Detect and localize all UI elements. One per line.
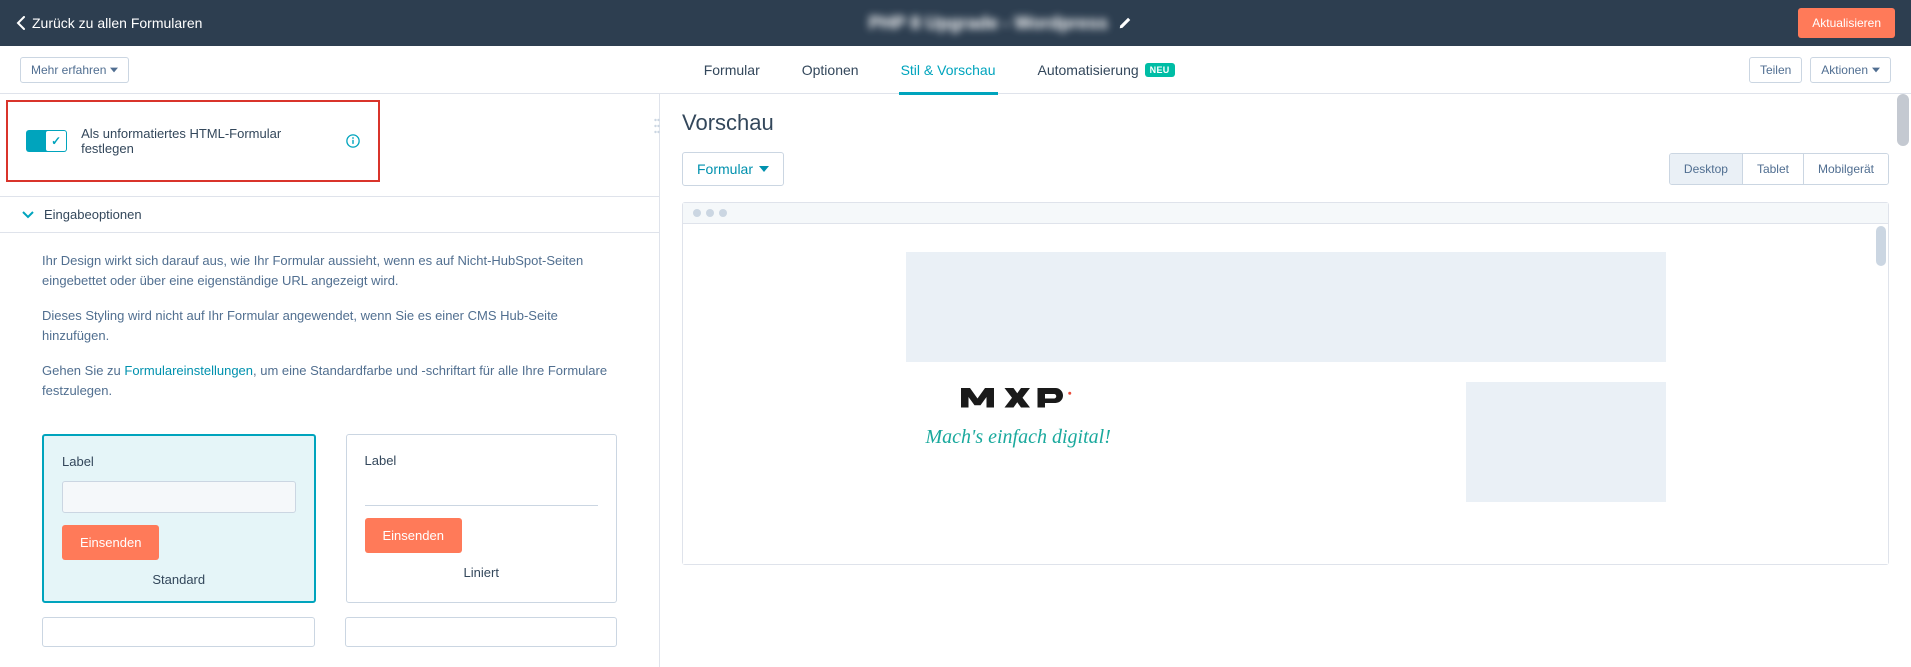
raw-html-label: Als unformatiertes HTML-Formular festleg… [81,126,332,156]
tabbar: Mehr erfahren Formular Optionen Stil & V… [0,46,1911,94]
seg-tablet[interactable]: Tablet [1743,154,1804,184]
share-button[interactable]: Teilen [1749,57,1802,83]
device-segmented: Desktop Tablet Mobilgerät [1669,153,1889,185]
logo-column: Mach's einfach digital! [906,382,1111,502]
learn-more-button[interactable]: Mehr erfahren [20,57,129,83]
body-block: Ihr Design wirkt sich darauf aus, wie Ih… [0,233,659,434]
browser-chrome [683,203,1888,224]
caret-down-icon [759,166,769,172]
card-name-linear: Liniert [365,565,599,580]
new-badge: NEU [1145,63,1175,77]
content-row: Mach's einfach digital! [906,382,1666,502]
placeholder-block-small [1466,382,1666,502]
preview-scrollbar[interactable] [1876,226,1886,266]
window-dot-icon [719,209,727,217]
actions-label: Aktionen [1821,63,1868,77]
sample-submit-button: Einsenden [365,518,462,553]
preview-title: Vorschau [682,110,1889,136]
tabs: Formular Optionen Stil & Vorschau Automa… [129,46,1749,93]
placeholder-block [906,252,1666,362]
raw-html-card: ✓ Als unformatiertes HTML-Formular festl… [6,100,380,182]
accordion-input-options[interactable]: Eingabeoptionen [0,196,659,233]
window-dot-icon [693,209,701,217]
card-label: Label [62,454,296,469]
preview-select-label: Formular [697,161,753,177]
caret-down-icon [1872,66,1880,74]
edit-icon[interactable] [1118,16,1132,30]
tabbar-right: Teilen Aktionen [1749,57,1891,83]
mxp-logo [958,382,1078,420]
style-cards-row2 [0,603,659,647]
browser-mock: Mach's einfach digital! [682,202,1889,565]
topbar: Zurück zu allen Formularen PHP 8 Upgrade… [0,0,1911,46]
caret-down-icon [110,66,118,74]
tagline: Mach's einfach digital! [926,426,1111,449]
check-icon: ✓ [51,134,61,148]
back-label: Zurück zu allen Formularen [32,15,202,31]
toggle-knob: ✓ [46,131,66,151]
info-icon[interactable] [346,134,360,148]
style-card-linear[interactable]: Label Einsenden Liniert [346,434,618,603]
sample-input-linear [365,480,599,506]
tab-automation-label: Automatisierung [1038,62,1139,78]
window-dot-icon [706,209,714,217]
tab-automation[interactable]: Automatisierung NEU [1036,48,1177,95]
preview-bar: Formular Desktop Tablet Mobilgerät [682,152,1889,186]
tab-form[interactable]: Formular [702,48,762,95]
body-p1: Ihr Design wirkt sich darauf aus, wie Ih… [42,251,617,290]
learn-more-label: Mehr erfahren [31,63,106,77]
update-button[interactable]: Aktualisieren [1798,8,1895,38]
style-cards: Label Einsenden Standard Label Einsenden… [0,434,659,603]
raw-html-toggle[interactable]: ✓ [26,130,67,152]
title-area: PHP 8 Upgrade - Wordpress [202,13,1798,34]
seg-mobile[interactable]: Mobilgerät [1804,154,1888,184]
left-pane: ✓ Als unformatiertes HTML-Formular festl… [0,94,660,667]
form-settings-link[interactable]: Formulareinstellungen [124,363,253,378]
main: ✓ Als unformatiertes HTML-Formular festl… [0,94,1911,667]
right-pane: Vorschau Formular Desktop Tablet Mobilge… [660,94,1911,667]
style-card-placeholder[interactable] [345,617,618,647]
page-title: PHP 8 Upgrade - Wordpress [869,13,1108,34]
page-scrollbar[interactable] [1897,94,1909,146]
sample-submit-button: Einsenden [62,525,159,560]
body-p3: Gehen Sie zu Formulareinstellungen, um e… [42,361,617,400]
card-label: Label [365,453,599,468]
pane-resize-handle[interactable] [654,94,660,667]
browser-body: Mach's einfach digital! [683,224,1888,564]
actions-button[interactable]: Aktionen [1810,57,1891,83]
card-name-standard: Standard [62,572,296,587]
tab-options[interactable]: Optionen [800,48,861,95]
preview-select[interactable]: Formular [682,152,784,186]
sample-input [62,481,296,513]
chevron-down-icon [22,209,34,221]
style-card-standard[interactable]: Label Einsenden Standard [42,434,316,603]
body-p2: Dieses Styling wird nicht auf Ihr Formul… [42,306,617,345]
accordion-label: Eingabeoptionen [44,207,142,222]
tab-style[interactable]: Stil & Vorschau [899,48,998,95]
back-link[interactable]: Zurück zu allen Formularen [16,15,202,31]
chevron-left-icon [16,16,26,30]
seg-desktop[interactable]: Desktop [1670,154,1743,184]
style-card-placeholder[interactable] [42,617,315,647]
body-p3-pre: Gehen Sie zu [42,363,124,378]
